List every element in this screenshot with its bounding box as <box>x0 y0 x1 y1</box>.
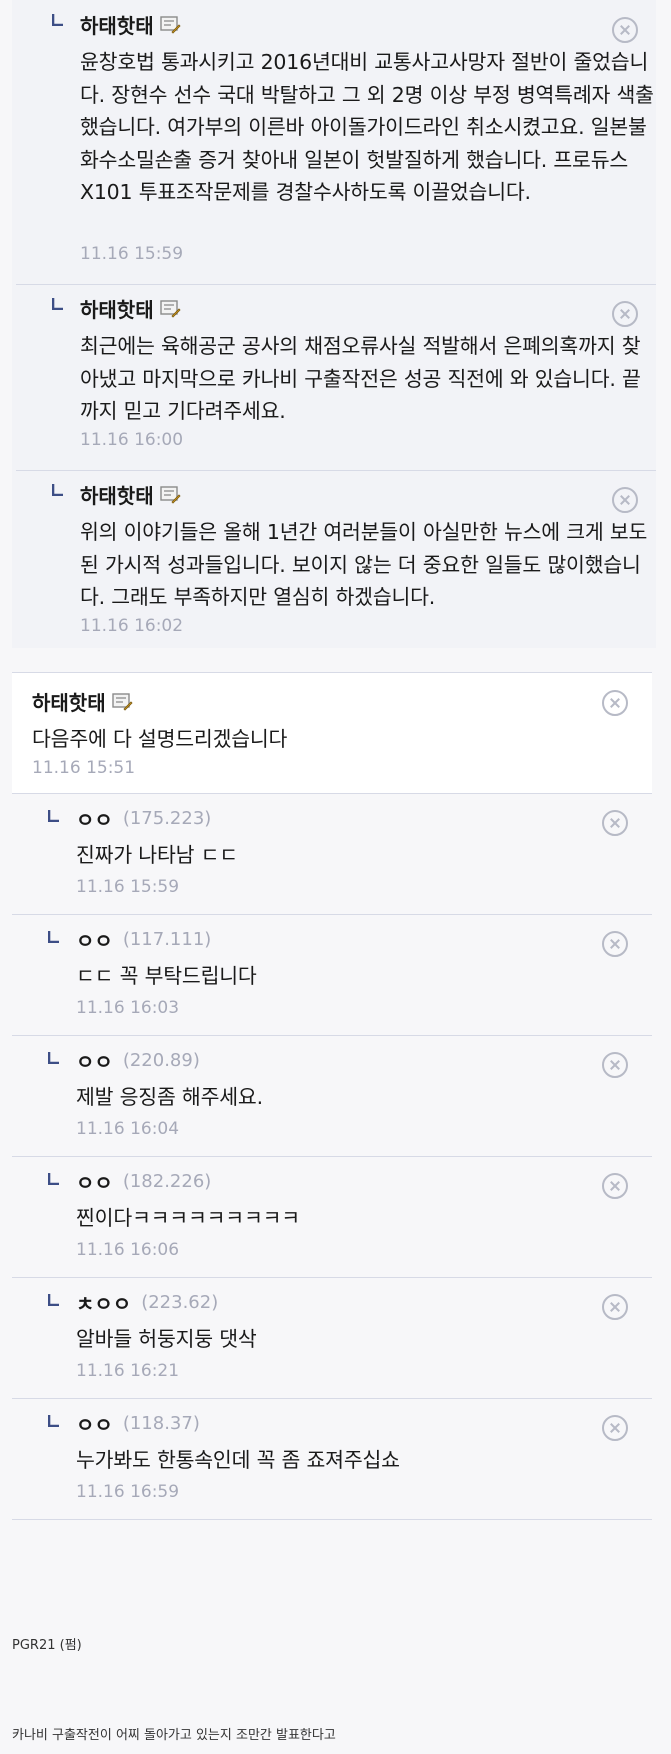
reply-item: ㅇㅇ (118.37) 누가봐도 한통속인데 꼭 좀 죠져주십쇼 11.16 16… <box>12 1398 652 1520</box>
ip-address: (175.223) <box>122 808 212 829</box>
comment-timestamp: 11.16 16:00 <box>80 430 184 450</box>
delete-icon[interactable] <box>602 1294 628 1320</box>
delete-icon[interactable] <box>602 1052 628 1078</box>
delete-icon[interactable] <box>612 487 638 513</box>
comment-timestamp: 11.16 16:59 <box>76 1482 180 1502</box>
ip-address: (182.226) <box>122 1171 212 1192</box>
comment-timestamp: 11.16 16:21 <box>76 1361 180 1381</box>
comment-author[interactable]: ㅇㅇ (175.223) <box>76 804 211 833</box>
comment-author[interactable]: ㅇㅇ (117.111) <box>76 925 211 954</box>
reply-item: ㅇㅇ (117.111) ㄷㄷ 꼭 부탁드립니다 11.16 16:03 <box>12 914 652 1036</box>
ip-address: (220.89) <box>122 1050 200 1071</box>
reply-marker-icon <box>52 14 63 26</box>
delete-icon[interactable] <box>612 17 638 43</box>
delete-icon[interactable] <box>602 690 628 716</box>
author-badge-icon <box>159 15 181 34</box>
comment-text: 알바들 허둥지둥 댓삭 <box>76 1327 257 1351</box>
main-comment: 하태핫태 다음주에 다 설명드리겠습니다 11.16 15:51 <box>12 672 652 794</box>
delete-icon[interactable] <box>612 301 638 327</box>
delete-icon[interactable] <box>602 931 628 957</box>
comment-text: ㄷㄷ 꼭 부탁드립니다 <box>76 964 257 988</box>
reply-marker-icon <box>52 484 63 496</box>
comment-timestamp: 11.16 16:06 <box>76 1240 180 1260</box>
comment-author[interactable]: ㅇㅇ (118.37) <box>76 1409 200 1438</box>
reply-marker-icon <box>52 298 63 310</box>
nested-reply-1: 하태핫태 윤창호법 통과시키고 2016년대비 교통사고사망자 절반이 줄었습니… <box>16 0 656 285</box>
reply-marker-icon <box>48 1294 59 1306</box>
delete-icon[interactable] <box>602 1415 628 1441</box>
comment-timestamp: 11.16 16:02 <box>80 616 184 636</box>
reply-marker-icon <box>48 810 59 822</box>
comment-text: 찐이다ㅋㅋㅋㅋㅋㅋㅋㅋㅋ <box>76 1206 300 1230</box>
comment-text: 진짜가 나타남 ㄷㄷ <box>76 843 238 867</box>
source-caption: PGR21 (펌) <box>12 1638 82 1653</box>
comment-author[interactable]: 하태핫태 <box>80 294 181 323</box>
reply-marker-icon <box>48 931 59 943</box>
comment-author[interactable]: ㅊㅇㅇ (223.62) <box>76 1288 218 1317</box>
author-badge-icon <box>159 485 181 504</box>
ip-address: (223.62) <box>141 1292 219 1313</box>
reply-item: ㅇㅇ (182.226) 찐이다ㅋㅋㅋㅋㅋㅋㅋㅋㅋ 11.16 16:06 <box>12 1156 652 1278</box>
comment-text: 다음주에 다 설명드리겠습니다 <box>32 727 288 751</box>
comment-timestamp: 11.16 15:59 <box>76 877 180 897</box>
post-caption: 카나비 구출작전이 어찌 돌아가고 있는지 조만간 발표한다고 <box>12 1728 336 1743</box>
comment-author[interactable]: ㅇㅇ (182.226) <box>76 1167 211 1196</box>
comment-timestamp: 11.16 16:04 <box>76 1119 180 1139</box>
ip-address: (118.37) <box>122 1413 200 1434</box>
comment-text: 최근에는 육해공군 공사의 채점오류사실 적발해서 은폐의혹까지 찾아냈고 마지… <box>80 334 641 423</box>
comment-timestamp: 11.16 15:59 <box>80 244 184 264</box>
delete-icon[interactable] <box>602 1173 628 1199</box>
reply-marker-icon <box>48 1052 59 1064</box>
author-badge-icon <box>111 692 133 711</box>
comment-author[interactable]: 하태핫태 <box>80 10 181 39</box>
nested-reply-3: 하태핫태 위의 이야기들은 올해 1년간 여러분들이 아실만한 뉴스에 크게 보… <box>16 470 656 648</box>
reply-item: ㅇㅇ (220.89) 제발 응징좀 해주세요. 11.16 16:04 <box>12 1035 652 1157</box>
comment-text: 위의 이야기들은 올해 1년간 여러분들이 아실만한 뉴스에 크게 보도된 가시… <box>80 520 648 609</box>
delete-icon[interactable] <box>602 810 628 836</box>
reply-item: ㅊㅇㅇ (223.62) 알바들 허둥지둥 댓삭 11.16 16:21 <box>12 1277 652 1399</box>
reply-marker-icon <box>48 1173 59 1185</box>
comment-text: 제발 응징좀 해주세요. <box>76 1085 263 1109</box>
reply-item: ㅇㅇ (175.223) 진짜가 나타남 ㄷㄷ 11.16 15:59 <box>12 793 652 915</box>
comment-author[interactable]: 하태핫태 <box>32 687 133 716</box>
nested-reply-2: 하태핫태 최근에는 육해공군 공사의 채점오류사실 적발해서 은폐의혹까지 찾아… <box>16 284 656 471</box>
comment-text: 윤창호법 통과시키고 2016년대비 교통사고사망자 절반이 줄었습니다. 장현… <box>80 50 654 204</box>
ip-address: (117.111) <box>122 929 212 950</box>
comment-timestamp: 11.16 16:03 <box>76 998 180 1018</box>
author-badge-icon <box>159 299 181 318</box>
reply-marker-icon <box>48 1415 59 1427</box>
comment-author[interactable]: ㅇㅇ (220.89) <box>76 1046 200 1075</box>
comment-author[interactable]: 하태핫태 <box>80 480 181 509</box>
comment-timestamp: 11.16 15:51 <box>32 758 136 778</box>
comment-text: 누가봐도 한통속인데 꼭 좀 죠져주십쇼 <box>76 1448 400 1472</box>
